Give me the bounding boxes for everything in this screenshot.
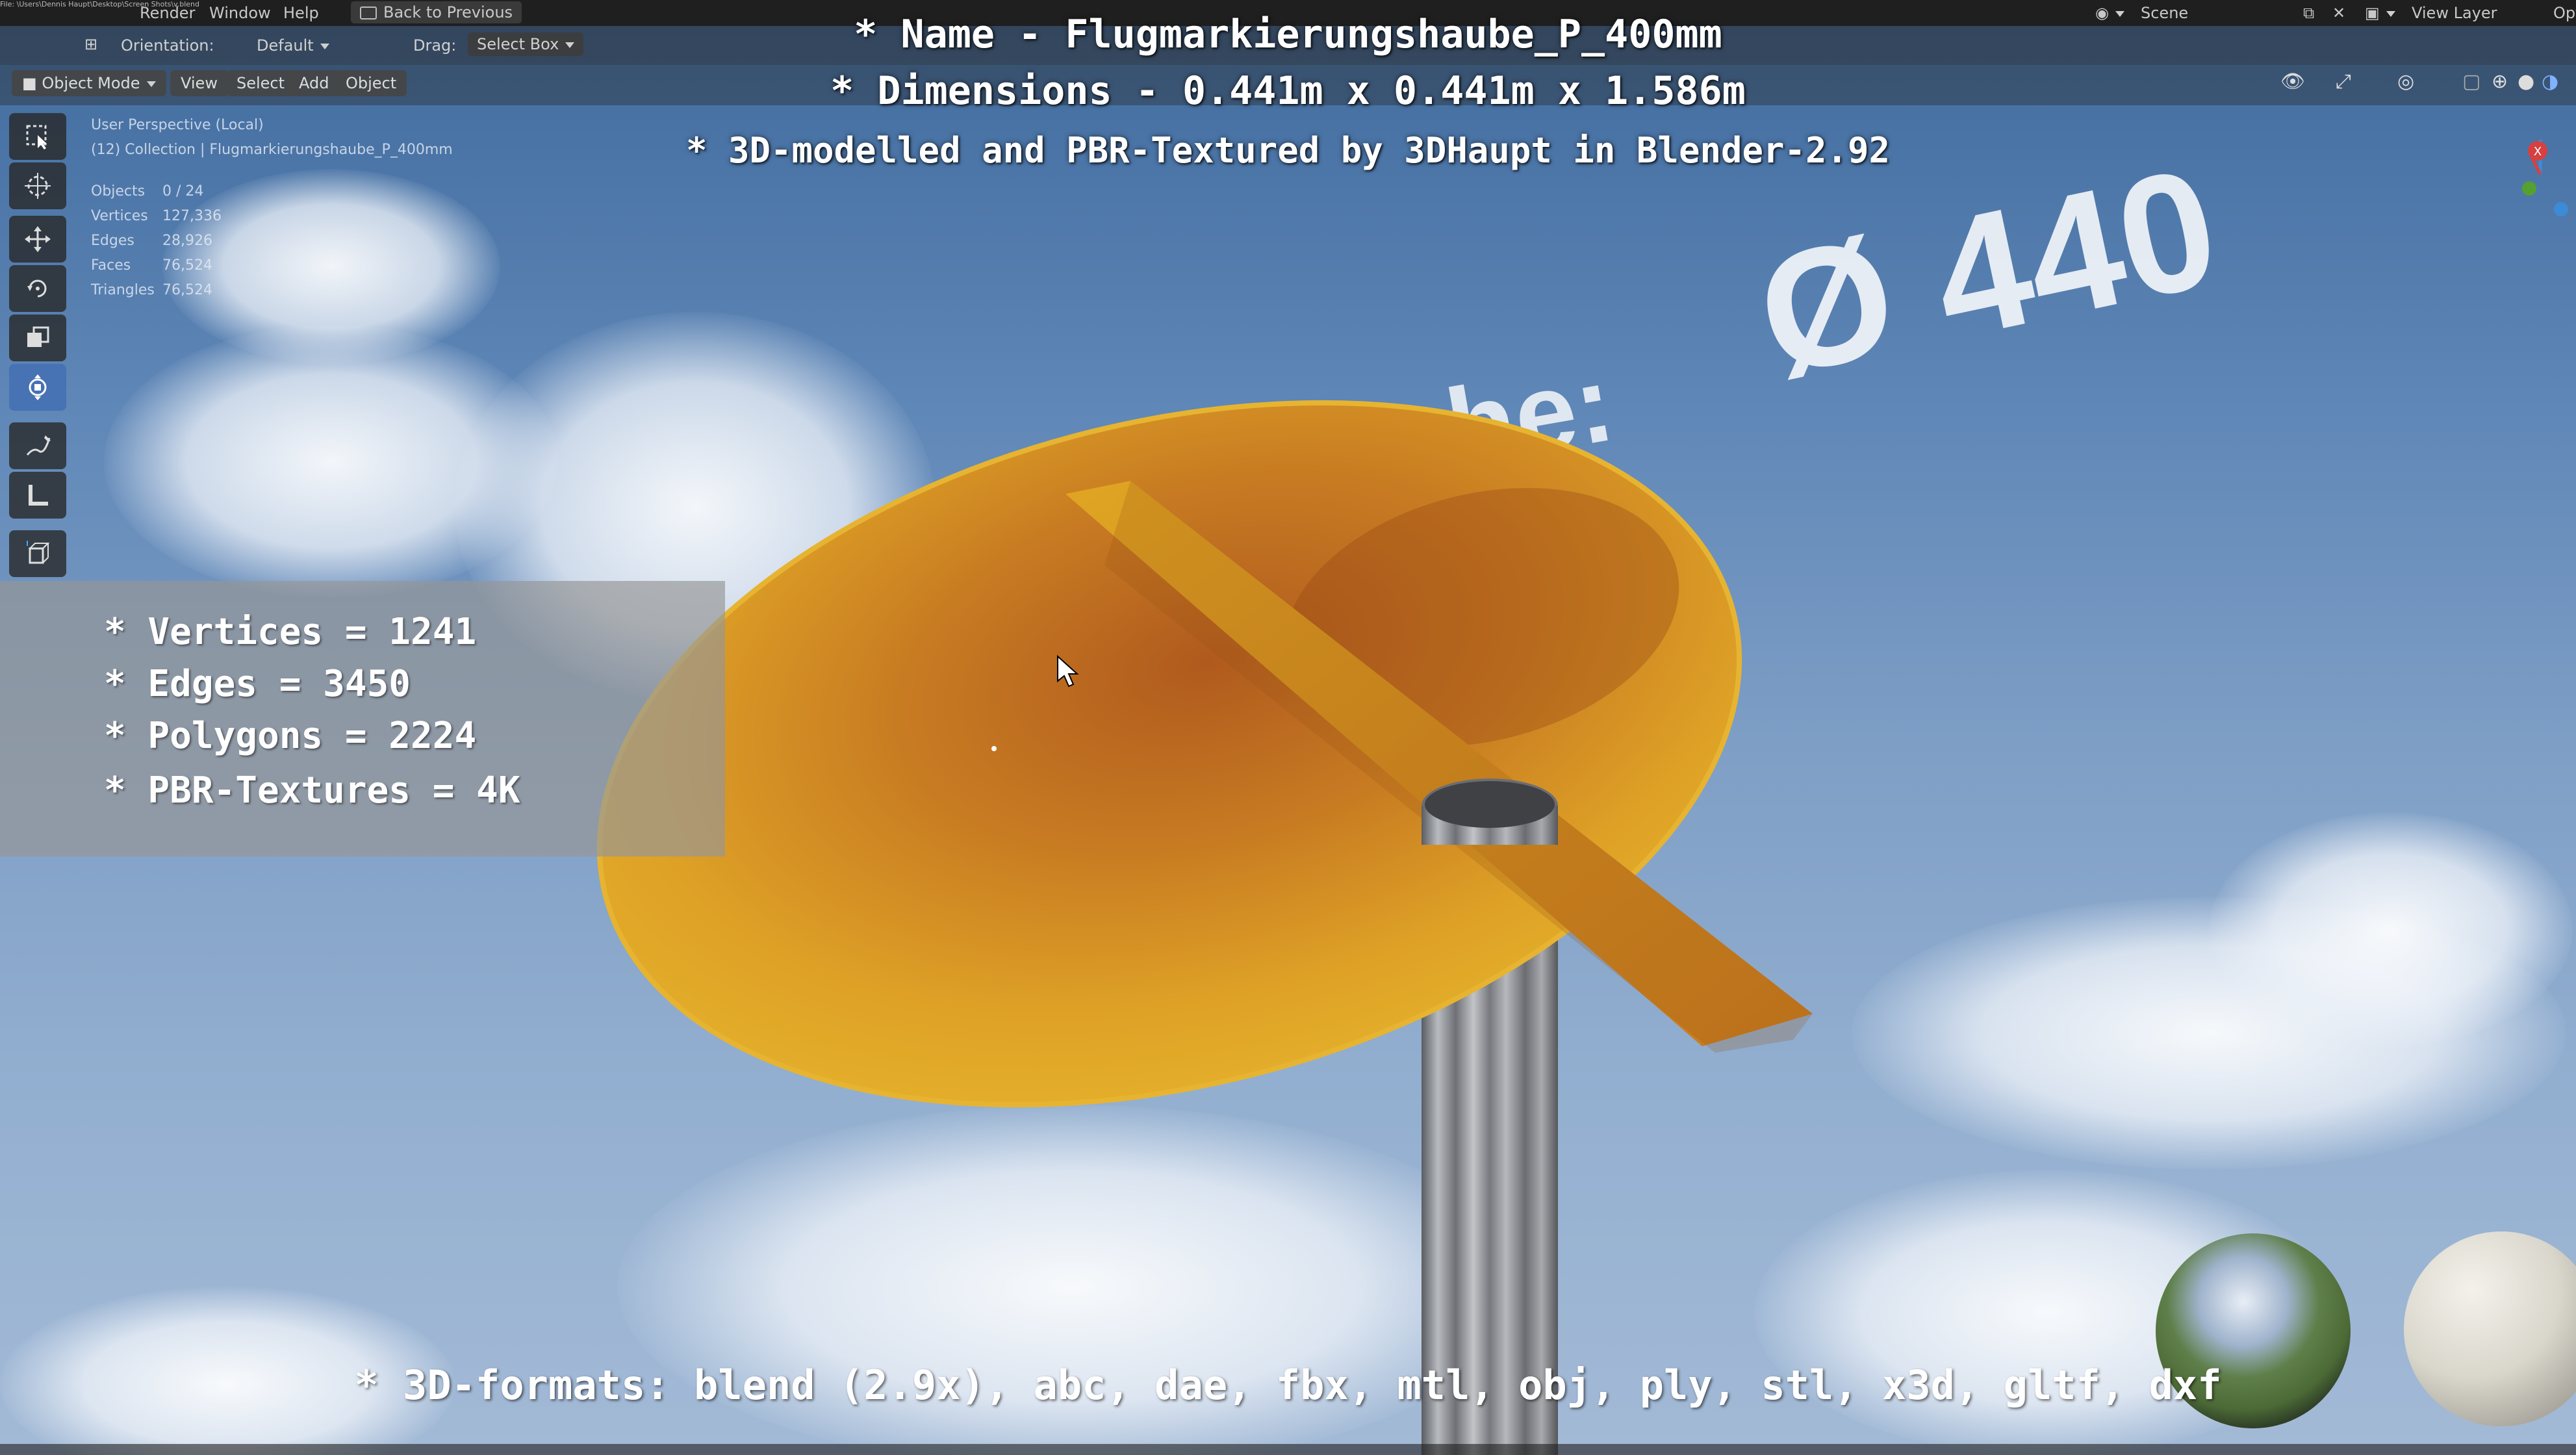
add-cube-tool[interactable] xyxy=(9,530,66,577)
add-cube-icon xyxy=(27,541,50,564)
faces-stat-value: 76,524 xyxy=(162,257,212,274)
model-dimensions: * Dimensions - 0.441m x 0.441m x 1.586m xyxy=(830,68,1746,114)
pole-top xyxy=(1425,781,1555,828)
objects-stat-value: 0 / 24 xyxy=(162,183,204,200)
select-box-icon xyxy=(26,125,47,149)
faces-stat-label: Faces xyxy=(91,257,131,274)
triangles-stat-value: 76,524 xyxy=(162,282,212,298)
edges-stat-label: Edges xyxy=(91,233,134,249)
scale-tool[interactable] xyxy=(9,315,66,361)
collection-label: (12) Collection | Flugmarkierungshaube_P… xyxy=(91,142,453,158)
transform-icon xyxy=(29,374,47,400)
measure-icon xyxy=(29,485,48,506)
stat-polygons: * Polygons = 2224 xyxy=(104,715,477,757)
status-bar xyxy=(0,1444,2576,1455)
triangles-stat-label: Triangles xyxy=(91,282,155,298)
move-tool[interactable] xyxy=(9,216,66,263)
move-icon xyxy=(25,226,51,252)
formats-list: * 3D-formats: blend (2.9x), abc, dae, fb… xyxy=(354,1361,2222,1409)
model-stats-panel: * Vertices = 1241 * Edges = 3450 * Polyg… xyxy=(0,581,725,856)
model-name-title: * Name - Flugmarkierungshaube_P_400mm xyxy=(854,12,1722,57)
gizmo-z[interactable] xyxy=(2554,202,2568,216)
stat-textures: * PBR-Textures = 4K xyxy=(104,769,520,812)
rotate-tool[interactable] xyxy=(9,265,66,312)
perspective-label: User Perspective (Local) xyxy=(91,117,264,133)
cursor-icon xyxy=(25,173,51,199)
select-box-tool[interactable] xyxy=(9,113,66,160)
3d-cursor-dot xyxy=(991,746,997,751)
stat-vertices: * Vertices = 1241 xyxy=(104,611,477,653)
objects-stat-label: Objects xyxy=(91,183,146,200)
edges-stat-value: 28,926 xyxy=(162,233,212,249)
annotate-tool[interactable] xyxy=(9,422,66,469)
vertices-stat-value: 127,336 xyxy=(162,208,222,224)
transform-tool[interactable] xyxy=(9,364,66,411)
measure-tool[interactable] xyxy=(9,472,66,519)
annotate-icon xyxy=(26,435,51,456)
scale-icon xyxy=(27,326,49,347)
vertices-stat-label: Vertices xyxy=(91,208,148,224)
gizmo-y[interactable] xyxy=(2522,181,2536,196)
stat-edges: * Edges = 3450 xyxy=(104,663,411,705)
cursor-tool[interactable] xyxy=(9,162,66,209)
embossed-diameter-text: Ø 440 xyxy=(1743,133,2232,413)
rotate-icon xyxy=(27,279,47,298)
